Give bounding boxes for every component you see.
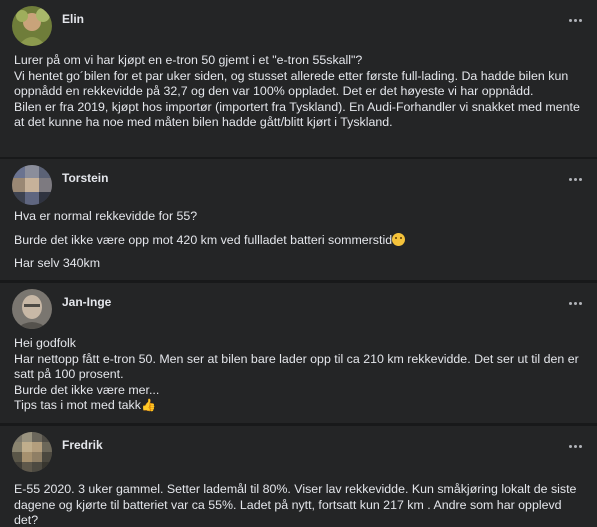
post-paragraph: Tips tas i mot med takk👍: [14, 398, 587, 414]
post-paragraph: Hva er normal rekkevidde for 55?: [14, 209, 198, 223]
post-paragraph-text: Burde det ikke være opp mot 420 km ved f…: [14, 232, 393, 247]
author-name[interactable]: Fredrik: [62, 438, 103, 452]
post-header: Fredrik: [12, 432, 103, 472]
avatar[interactable]: [12, 6, 52, 46]
post-body: Hva er normal rekkevidde for 55? Burde d…: [14, 209, 587, 272]
post-paragraph: Lurer på om vi har kjøpt en e-tron 50 gj…: [14, 53, 363, 67]
post-paragraph: Har nettopp fått e-tron 50. Men ser at b…: [14, 351, 579, 382]
post-header: Jan-Inge: [12, 289, 111, 329]
post-paragraph: Hei godfolk: [14, 336, 76, 350]
post-card: Fredrik E-55 2020. 3 uker gammel. Setter…: [0, 426, 597, 527]
avatar[interactable]: [12, 432, 52, 472]
more-options-icon[interactable]: [565, 295, 585, 311]
post-paragraph: Har selv 340km: [14, 256, 101, 271]
author-name[interactable]: Torstein: [62, 171, 108, 185]
post-paragraph: Vi hentet go´bilen for et par uker siden…: [14, 68, 569, 99]
smiling-face-emoji: [392, 232, 406, 246]
more-options-icon[interactable]: [565, 171, 585, 187]
post-body: E-55 2020. 3 uker gammel. Setter lademål…: [14, 482, 587, 527]
post-paragraph: Bilen er fra 2019, kjøpt hos importør (i…: [14, 99, 580, 130]
post-paragraph: Burde det ikke være mer...: [14, 382, 160, 397]
post-card: Torstein Hva er normal rekkevidde for 55…: [0, 159, 597, 280]
post-paragraph: Burde det ikke være opp mot 420 km ved f…: [14, 232, 587, 249]
author-name[interactable]: Elin: [62, 12, 84, 26]
post-paragraph-text: Tips tas i mot med takk: [14, 398, 141, 413]
post-header: Elin: [12, 6, 84, 46]
post-card: Elin Lurer på om vi har kjøpt en e-tron …: [0, 0, 597, 157]
post-card: Jan-Inge Hei godfolk Har nettopp fått e-…: [0, 283, 597, 423]
post-paragraph: E-55 2020. 3 uker gammel. Setter lademål…: [14, 482, 577, 527]
post-header: Torstein: [12, 165, 108, 205]
thumbs-up-emoji: 👍: [140, 398, 156, 413]
post-body: Hei godfolk Har nettopp fått e-tron 50. …: [14, 336, 587, 414]
more-options-icon[interactable]: [565, 12, 585, 28]
comment-feed: Elin Lurer på om vi har kjøpt en e-tron …: [0, 0, 597, 527]
more-options-icon[interactable]: [565, 438, 585, 454]
post-body: Lurer på om vi har kjøpt en e-tron 50 gj…: [14, 53, 587, 131]
author-name[interactable]: Jan-Inge: [62, 295, 111, 309]
avatar[interactable]: [12, 165, 52, 205]
avatar[interactable]: [12, 289, 52, 329]
